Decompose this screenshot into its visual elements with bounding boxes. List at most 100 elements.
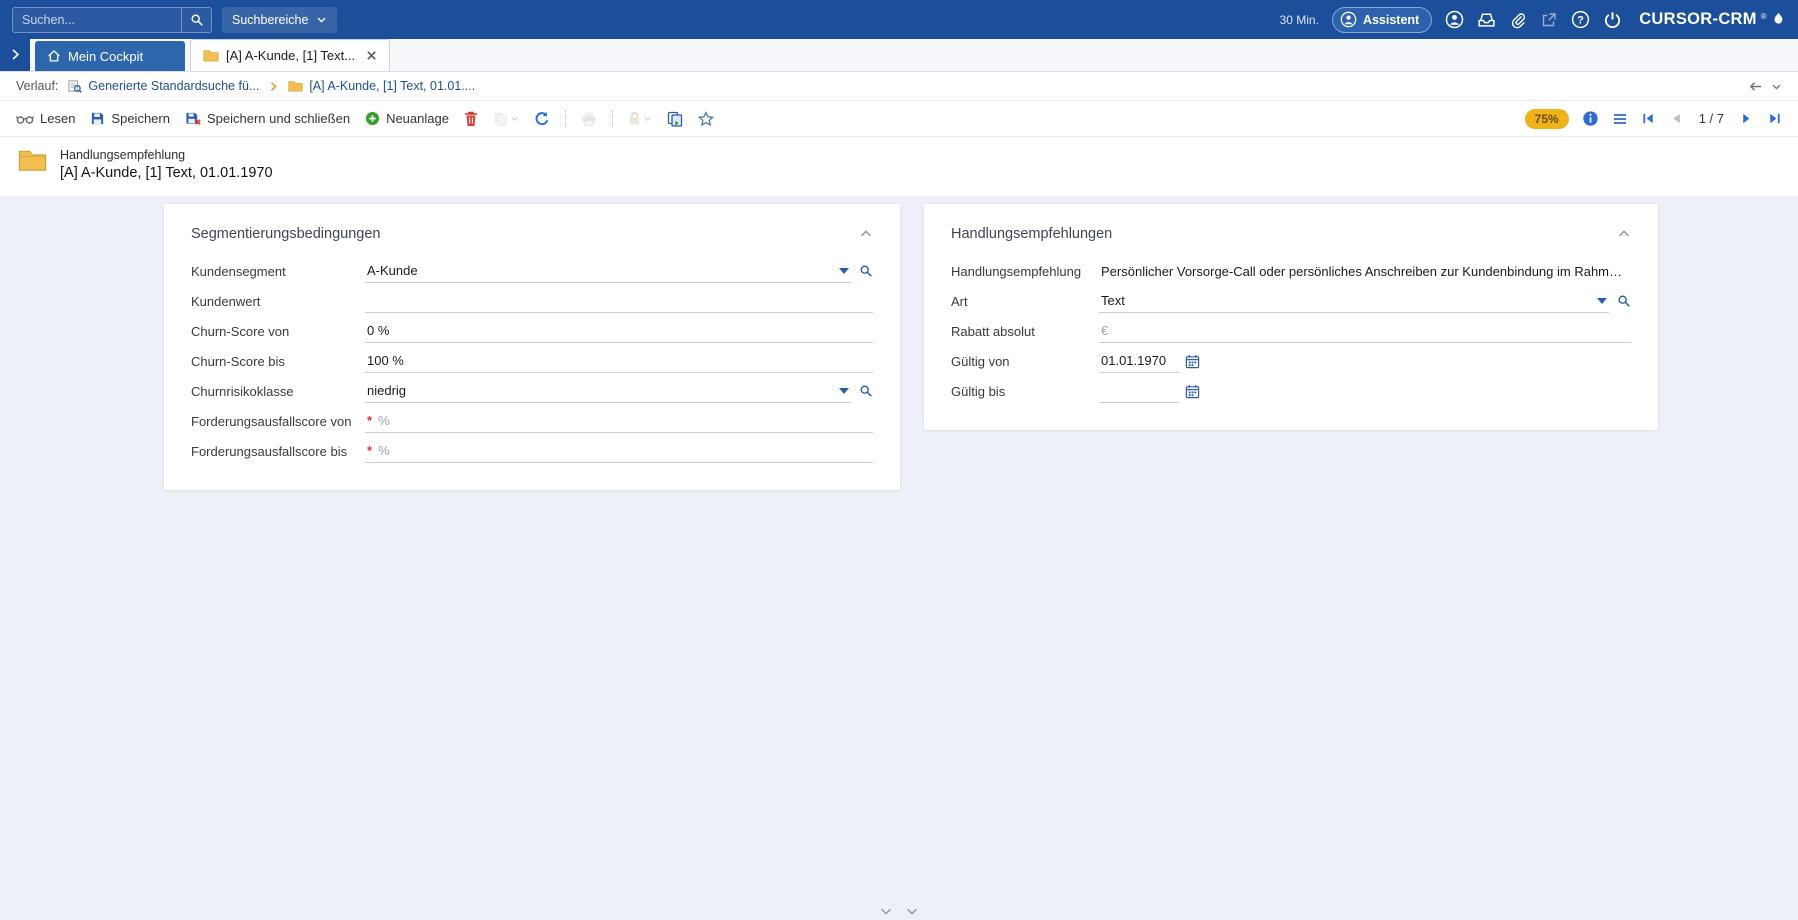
- field-label: Forderungsausfallscore von: [191, 413, 352, 429]
- lookup-search-button[interactable]: [859, 384, 873, 398]
- field-placeholder: %: [378, 443, 390, 458]
- history-dropdown-button[interactable]: [1771, 81, 1782, 92]
- logout-button[interactable]: [1603, 10, 1622, 29]
- external-link-button[interactable]: [1540, 11, 1558, 29]
- global-search: [12, 6, 212, 33]
- churn-score-bis-field[interactable]: 100 %: [365, 349, 873, 373]
- inbox-button[interactable]: [1477, 10, 1496, 29]
- copy-icon: [494, 112, 507, 126]
- art-field[interactable]: Text: [1099, 289, 1609, 313]
- dropdown-icon[interactable]: [839, 267, 849, 274]
- brand-glyph-icon: [1774, 12, 1783, 24]
- brand-text: CURSOR-CRM: [1639, 10, 1757, 28]
- help-button[interactable]: ?: [1571, 10, 1590, 29]
- external-link-icon: [1543, 12, 1556, 26]
- toolbar-separator: [611, 109, 613, 128]
- delete-button[interactable]: [464, 111, 478, 127]
- save-button[interactable]: Speichern: [90, 111, 170, 126]
- tab-mein-cockpit[interactable]: Mein Cockpit: [35, 41, 185, 71]
- chevron-up-icon: [861, 230, 871, 237]
- tab-close-button[interactable]: [366, 50, 377, 61]
- saved-search-icon: [68, 79, 83, 93]
- lookup-search-button[interactable]: [1617, 294, 1631, 308]
- kundenwert-field[interactable]: [365, 289, 873, 313]
- save-and-close-button[interactable]: Speichern und schließen: [185, 111, 350, 126]
- field-label: Churnrisikoklasse: [191, 383, 294, 399]
- first-page-button[interactable]: [1641, 111, 1656, 126]
- field-row: Gültig von 01.01.1970: [951, 346, 1631, 376]
- collapse-section-button[interactable]: [1617, 227, 1631, 241]
- calendar-button[interactable]: [1185, 384, 1200, 399]
- field-label: Kundenwert: [191, 293, 261, 309]
- chevron-down-icon: [1772, 84, 1781, 90]
- breadcrumb-item-label: Generierte Standardsuche fü...: [88, 79, 260, 93]
- section-title: Handlungsempfehlungen: [951, 226, 1113, 242]
- chevron-down-icon: [881, 908, 891, 915]
- paperclip-icon: [1512, 12, 1526, 28]
- collapse-section-button[interactable]: [859, 227, 873, 241]
- search-areas-button[interactable]: Suchbereiche: [222, 6, 338, 33]
- field-row: Handlungsempfehlung Persönlicher Vorsorg…: [951, 256, 1631, 286]
- field-label: Kundensegment: [191, 263, 286, 279]
- calendar-button[interactable]: [1185, 354, 1200, 369]
- new-record-button[interactable]: Neuanlage: [365, 111, 449, 126]
- gueltig-von-field[interactable]: 01.01.1970: [1099, 349, 1179, 373]
- previous-page-button[interactable]: [1669, 111, 1684, 126]
- search-button[interactable]: [181, 7, 211, 32]
- forderungsausfallscore-bis-field[interactable]: * %: [365, 439, 873, 463]
- rabatt-absolut-field[interactable]: €: [1099, 319, 1631, 343]
- churnrisikoklasse-field[interactable]: niedrig: [365, 379, 851, 403]
- record-type: Handlungsempfehlung: [60, 148, 186, 162]
- topbar: Suchbereiche 30 Min. Assistent ?: [0, 0, 1798, 39]
- churn-score-von-field[interactable]: 0 %: [365, 319, 873, 343]
- next-page-button[interactable]: [1739, 111, 1754, 126]
- menu-button[interactable]: [1612, 111, 1628, 127]
- favorite-button[interactable]: [697, 110, 714, 127]
- assistant-button[interactable]: Assistent: [1331, 6, 1433, 33]
- field-label: Gültig bis: [951, 383, 1006, 399]
- breadcrumb-item-search[interactable]: Generierte Standardsuche fü...: [67, 79, 259, 94]
- tab-record[interactable]: [A] A-Kunde, [1] Text...: [190, 39, 391, 71]
- arrow-left-icon: [1749, 81, 1762, 91]
- print-button[interactable]: [581, 111, 597, 127]
- forderungsausfallscore-von-field[interactable]: * %: [365, 409, 873, 433]
- read-mode-button[interactable]: Lesen: [16, 111, 75, 126]
- gueltig-bis-field[interactable]: [1099, 379, 1179, 403]
- record-toolbar: Lesen Speichern Speichern und schließen …: [0, 101, 1798, 137]
- search-input[interactable]: [13, 12, 181, 27]
- field-row: Churnrisikoklasse niedrig: [191, 376, 873, 406]
- last-page-button[interactable]: [1767, 111, 1782, 126]
- history-back-button[interactable]: [1748, 79, 1763, 94]
- sidebar-expand-button[interactable]: [0, 38, 30, 71]
- zoom-level-badge[interactable]: 75%: [1524, 108, 1569, 129]
- record-header: Handlungsempfehlung [A] A-Kunde, [1] Tex…: [0, 137, 1798, 196]
- bottom-panel-controls: [0, 904, 1798, 918]
- chevron-down-icon: [644, 116, 651, 122]
- calendar-icon: [1185, 354, 1200, 368]
- copy-with-reference-button[interactable]: [667, 111, 683, 127]
- dropdown-icon[interactable]: [1597, 297, 1607, 304]
- expand-bottom-panel-button[interactable]: [905, 904, 919, 918]
- account-button[interactable]: [1445, 10, 1464, 29]
- link-button[interactable]: [1509, 11, 1527, 29]
- handlungsempfehlung-field[interactable]: Persönlicher Vorsorge-Call oder persönli…: [1099, 259, 1631, 283]
- field-label: Churn-Score von: [191, 323, 290, 339]
- app-window: Suchbereiche 30 Min. Assistent ?: [0, 0, 1798, 920]
- assistant-label: Assistent: [1362, 12, 1420, 27]
- kundensegment-field[interactable]: A-Kunde: [365, 259, 851, 283]
- info-button[interactable]: [1582, 110, 1599, 127]
- brand-logo: CURSOR-CRM ®: [1639, 10, 1786, 29]
- breadcrumb-item-record[interactable]: [A] A-Kunde, [1] Text, 01.01....: [288, 79, 475, 93]
- chevron-down-icon: [511, 116, 518, 122]
- lock-button[interactable]: [628, 111, 652, 126]
- search-areas-label: Suchbereiche: [232, 12, 309, 27]
- lookup-search-button[interactable]: [859, 264, 873, 278]
- duplicate-button[interactable]: [493, 111, 519, 126]
- field-label: Art: [951, 293, 968, 309]
- lookup-search-icon: [1618, 295, 1630, 307]
- expand-bottom-panel-button[interactable]: [879, 904, 893, 918]
- dropdown-icon[interactable]: [839, 387, 849, 394]
- lookup-search-icon: [860, 385, 872, 397]
- toolbar-separator: [564, 109, 566, 128]
- refresh-button[interactable]: [534, 111, 550, 127]
